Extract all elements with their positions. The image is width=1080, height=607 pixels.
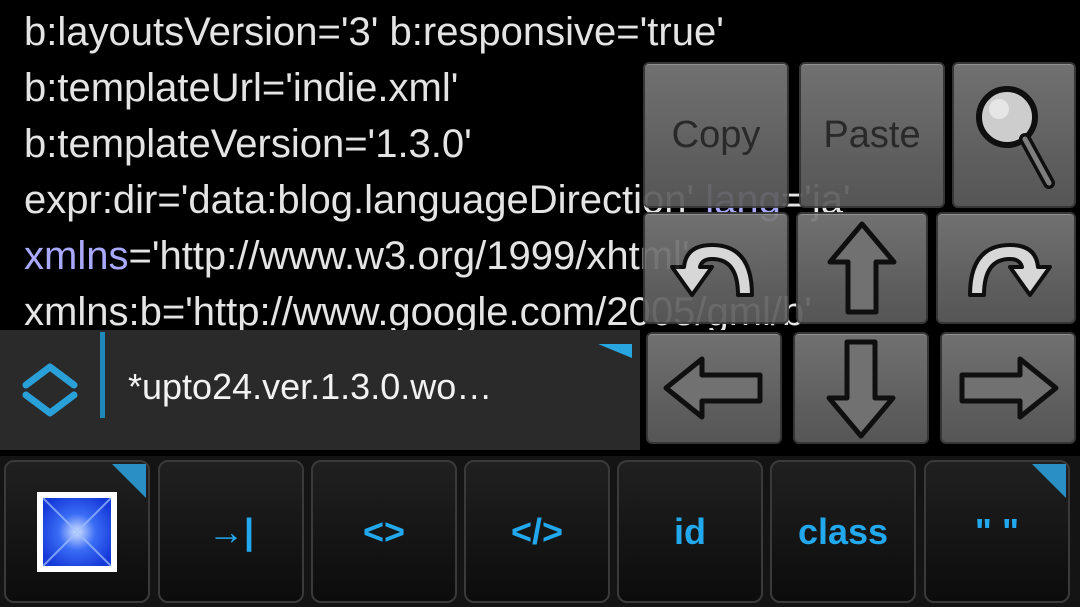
magnifier-icon [976,86,1055,189]
redo-button[interactable] [936,212,1076,324]
shortcut-key-bar: →| <> </> id class " " [0,456,1080,607]
toggle-button[interactable] [14,350,86,430]
copy-label: Copy [671,113,761,156]
redo-arrow-icon [968,243,1052,297]
expand-collapse-icon [22,363,78,417]
code-token: expr:dir='data:blog.languageDirection' [24,178,706,222]
undo-button[interactable] [643,212,789,324]
key-class[interactable]: class [770,460,916,603]
image-tile-icon [37,491,117,572]
arrow-up-icon [827,221,897,315]
key-id[interactable]: id [617,460,763,603]
key-tab[interactable]: →| [158,460,304,603]
key-tag[interactable]: <> [311,460,457,603]
copy-button[interactable]: Copy [643,62,789,208]
cursor-down-button[interactable] [793,332,929,444]
key-tag-label: <> [362,510,406,552]
code-line-1: b:layoutsVersion='3' b:responsive='true' [24,4,724,60]
cursor-left-button[interactable] [646,332,782,444]
paste-label: Paste [823,113,921,156]
key-class-label: class [797,510,889,552]
key-corner-mark [1032,464,1066,498]
tab-corner-mark [598,344,632,358]
key-close-tag-label: </> [510,510,564,552]
filename-tab[interactable]: *upto24.ver.1.3.0.wo… [128,366,492,408]
key-close-tag[interactable]: </> [464,460,610,603]
code-line-3: b:templateVersion='1.3.0' [24,116,472,172]
file-bar: *upto24.ver.1.3.0.wo… [0,330,640,450]
paste-button[interactable]: Paste [799,62,945,208]
key-image[interactable] [4,460,150,603]
key-id-label: id [674,510,706,552]
arrow-left-icon [663,356,763,420]
key-corner-mark [112,464,146,498]
key-quotes-label: " " [974,510,1020,552]
code-line-2: b:templateUrl='indie.xml' [24,60,458,116]
code-token: b:templateUrl='indie.xml' [24,66,459,110]
key-tab-label: →| [207,510,255,552]
code-token: b:templateVersion='1.3.0' [24,122,472,166]
divider [100,332,105,418]
key-quotes[interactable]: " " [924,460,1070,603]
arrow-down-icon [826,339,896,439]
cursor-up-button[interactable] [796,212,928,324]
arrow-right-icon [959,356,1059,420]
code-token-highlight: xmlns [24,234,129,278]
code-line-5: xmlns='http://www.w3.org/1999/xhtml' [24,228,690,284]
cursor-right-button[interactable] [940,332,1076,444]
code-token: ='http://www.w3.org/1999/xhtml' [128,234,690,278]
search-button[interactable] [952,62,1076,208]
code-token: b:layoutsVersion='3' b:responsive='true' [24,10,724,54]
undo-arrow-icon [670,243,754,297]
